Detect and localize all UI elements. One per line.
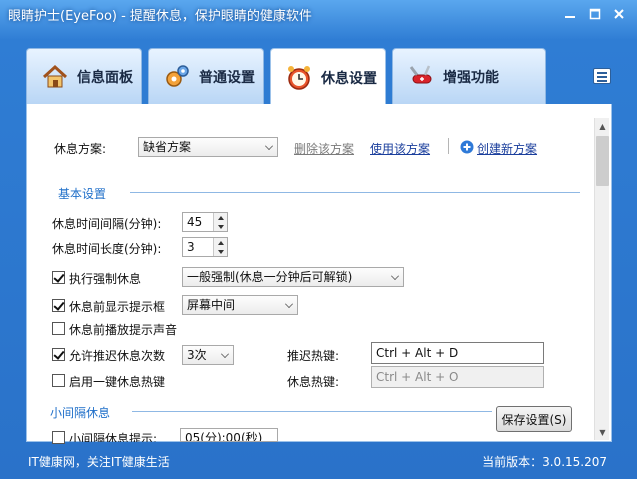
rest-hotkey-label: 休息热键: bbox=[287, 375, 340, 389]
rest-hotkey-input[interactable]: Ctrl + Alt + O bbox=[371, 366, 544, 388]
use-plan-link[interactable]: 使用该方案 bbox=[370, 140, 430, 157]
tab-info-panel[interactable]: 信息面板 bbox=[26, 48, 142, 104]
enable-rest-hotkey-label: 启用一键休息热键 bbox=[69, 375, 166, 389]
tab-label: 休息设置 bbox=[321, 70, 377, 87]
tab-label: 增强功能 bbox=[443, 69, 499, 86]
create-plan-link[interactable]: 创建新方案 bbox=[477, 140, 537, 157]
tab-label: 普通设置 bbox=[199, 69, 255, 86]
tab-label: 信息面板 bbox=[77, 69, 133, 86]
app-window: 眼睛护士(EyeFoo) - 提醒休息，保护眼睛的健康软件 信息面板 普通设置 … bbox=[0, 0, 637, 479]
scroll-down-icon[interactable]: ▼ bbox=[595, 424, 610, 440]
delay-count-select[interactable]: 3次 bbox=[182, 345, 234, 365]
version-text: 当前版本：3.0.15.207 bbox=[482, 455, 607, 469]
plan-select-value: 缺省方案 bbox=[143, 140, 192, 154]
window-title: 眼睛护士(EyeFoo) - 提醒休息，保护眼睛的健康软件 bbox=[8, 9, 312, 24]
scroll-thumb[interactable] bbox=[596, 136, 609, 186]
prompt-position-select[interactable]: 屏幕中间 bbox=[182, 295, 298, 315]
duration-value: 3 bbox=[187, 240, 195, 254]
house-icon bbox=[42, 64, 68, 87]
play-sound-checkbox[interactable] bbox=[52, 322, 65, 335]
small-interval-value: 05(分):00(秒) bbox=[185, 431, 263, 442]
force-rest-label: 执行强制休息 bbox=[69, 272, 142, 286]
save-settings-button[interactable]: 保存设置(S) bbox=[496, 406, 572, 432]
chevron-down-icon bbox=[221, 350, 229, 358]
chevron-down-icon bbox=[391, 272, 399, 280]
interval-label: 休息时间间隔(分钟): bbox=[52, 217, 162, 231]
divider bbox=[448, 138, 449, 154]
minimize-button[interactable] bbox=[560, 6, 580, 22]
tab-enhanced-features[interactable]: 增强功能 bbox=[392, 48, 546, 104]
delete-plan-link[interactable]: 删除该方案 bbox=[294, 140, 354, 157]
tab-general-settings[interactable]: 普通设置 bbox=[148, 48, 264, 104]
prompt-position-value: 屏幕中间 bbox=[187, 298, 236, 312]
main-menu-icon[interactable] bbox=[593, 68, 611, 84]
gears-icon bbox=[166, 64, 189, 87]
plan-select[interactable]: 缺省方案 bbox=[138, 137, 278, 157]
delay-hotkey-input[interactable]: Ctrl + Alt + D bbox=[371, 342, 544, 364]
section-divider bbox=[132, 411, 492, 412]
force-rest-checkbox[interactable] bbox=[52, 271, 65, 284]
small-interval-checkbox[interactable] bbox=[52, 431, 65, 444]
section-divider bbox=[130, 192, 580, 193]
play-sound-label: 休息前播放提示声音 bbox=[69, 323, 178, 337]
basic-settings-title: 基本设置 bbox=[58, 187, 107, 201]
duration-stepper[interactable]: 3 bbox=[182, 237, 228, 257]
enable-rest-hotkey-checkbox[interactable] bbox=[52, 374, 65, 387]
swiss-knife-icon bbox=[409, 64, 432, 83]
interval-stepper[interactable]: 45 bbox=[182, 212, 228, 232]
allow-delay-checkbox[interactable] bbox=[52, 348, 65, 361]
stepper-buttons[interactable] bbox=[213, 213, 227, 231]
add-circle-icon bbox=[460, 140, 474, 154]
scrollbar[interactable]: ▲ ▼ bbox=[594, 118, 609, 440]
show-prompt-label: 休息前显示提示框 bbox=[69, 300, 166, 314]
minimize-icon bbox=[565, 16, 575, 18]
allow-delay-label: 允许推迟休息次数 bbox=[69, 349, 166, 363]
status-left-link[interactable]: IT健康网，关注IT健康生活 bbox=[28, 453, 170, 470]
close-icon bbox=[614, 9, 624, 19]
show-prompt-checkbox[interactable] bbox=[52, 299, 65, 312]
force-mode-value: 一般强制(休息一分钟后可解锁) bbox=[187, 270, 353, 284]
status-bar: IT健康网，关注IT健康生活 当前版本：3.0.15.207 bbox=[0, 446, 637, 479]
small-interval-title: 小间隔休息 bbox=[50, 406, 111, 420]
scroll-up-icon[interactable]: ▲ bbox=[595, 118, 610, 134]
small-interval-label: 小间隔休息提示: bbox=[69, 432, 158, 442]
small-interval-stepper[interactable]: 05(分):00(秒) bbox=[180, 428, 278, 442]
duration-label: 休息时间长度(分钟): bbox=[52, 242, 162, 256]
force-mode-select[interactable]: 一般强制(休息一分钟后可解锁) bbox=[182, 267, 404, 287]
stepper-buttons[interactable] bbox=[213, 238, 227, 256]
close-button[interactable] bbox=[609, 6, 629, 22]
plan-label: 休息方案: bbox=[54, 142, 107, 156]
maximize-button[interactable] bbox=[585, 6, 605, 22]
delay-hotkey-label: 推迟热键: bbox=[287, 349, 340, 363]
chevron-down-icon bbox=[285, 300, 293, 308]
title-bar: 眼睛护士(EyeFoo) - 提醒休息，保护眼睛的健康软件 bbox=[0, 0, 637, 28]
maximize-icon bbox=[589, 8, 601, 20]
delay-count-value: 3次 bbox=[187, 348, 207, 362]
alarm-clock-icon bbox=[288, 65, 310, 90]
chevron-down-icon bbox=[265, 142, 273, 150]
interval-value: 45 bbox=[187, 215, 203, 229]
tab-rest-settings[interactable]: 休息设置 bbox=[270, 48, 386, 106]
